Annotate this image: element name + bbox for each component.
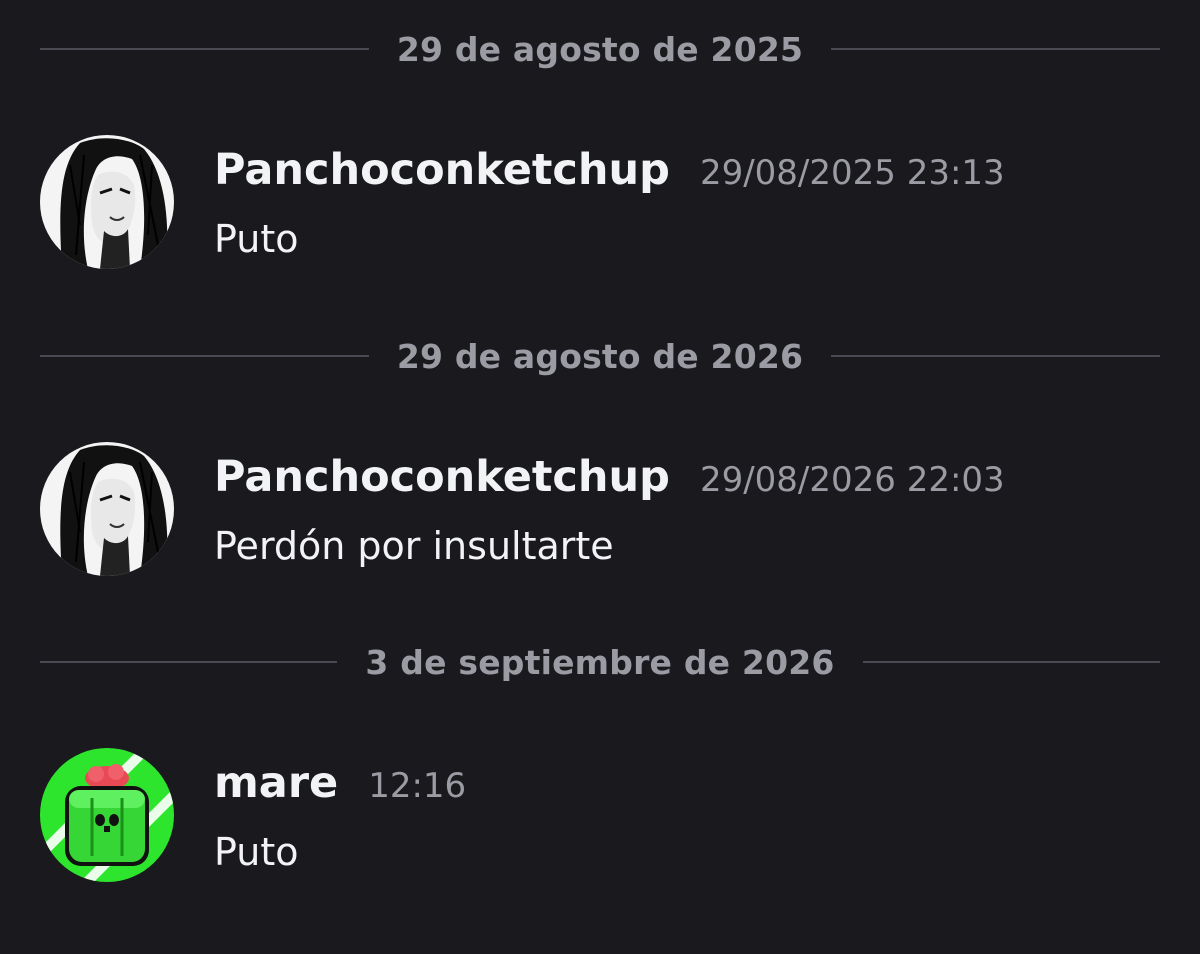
- divider-line: [862, 661, 1160, 663]
- message-item: Panchoconketchup 29/08/2026 22:03 Perdón…: [40, 442, 1160, 578]
- green-cactus-avatar-icon: [40, 748, 174, 882]
- message-text: Puto: [214, 830, 299, 874]
- message-header: Panchoconketchup 29/08/2025 23:13: [214, 145, 1005, 195]
- date-divider: 3 de septiembre de 2026: [40, 642, 1160, 682]
- divider-line: [40, 48, 369, 50]
- message-text: Perdón por insultarte: [214, 524, 614, 568]
- username[interactable]: Panchoconketchup: [214, 145, 670, 195]
- user-avatar[interactable]: [40, 135, 174, 269]
- message-item: mare 12:16 Puto: [40, 748, 1160, 884]
- sketch-portrait-avatar-icon: [40, 442, 174, 576]
- message-header: mare 12:16: [214, 758, 466, 808]
- user-avatar[interactable]: [40, 748, 174, 882]
- username[interactable]: Panchoconketchup: [214, 452, 670, 502]
- divider-date: 3 de septiembre de 2026: [365, 642, 835, 682]
- message-text: Puto: [214, 217, 299, 261]
- message-header: Panchoconketchup 29/08/2026 22:03: [214, 452, 1005, 502]
- divider-line: [40, 355, 369, 357]
- sketch-portrait-avatar-icon: [40, 135, 174, 269]
- message-item: Panchoconketchup 29/08/2025 23:13 Puto: [40, 135, 1160, 271]
- date-divider: 29 de agosto de 2026: [40, 336, 1161, 376]
- user-avatar[interactable]: [40, 442, 174, 576]
- divider-line: [831, 48, 1161, 50]
- divider-date: 29 de agosto de 2026: [396, 336, 804, 376]
- divider-line: [40, 661, 338, 663]
- message-timestamp: 29/08/2026 22:03: [699, 460, 1005, 500]
- divider-date: 29 de agosto de 2025: [396, 29, 804, 69]
- divider-line: [831, 355, 1161, 357]
- message-timestamp: 12:16: [368, 766, 467, 806]
- username[interactable]: mare: [214, 758, 338, 808]
- message-timestamp: 29/08/2025 23:13: [699, 153, 1005, 193]
- date-divider: 29 de agosto de 2025: [40, 29, 1161, 69]
